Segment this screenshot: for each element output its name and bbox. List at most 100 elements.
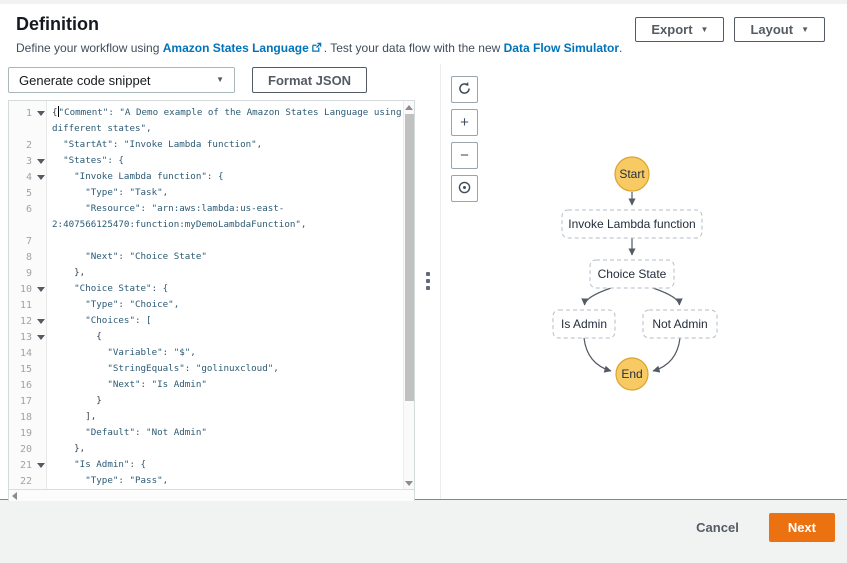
divider-drag-handle[interactable] — [426, 272, 430, 290]
code-line[interactable]: "StartAt": "Invoke Lambda function", — [52, 137, 403, 153]
gutter-row: 21 — [9, 457, 46, 473]
code-token: }, — [52, 443, 85, 454]
code-line[interactable]: "Type": "Choice", — [52, 297, 403, 313]
node-end[interactable]: End — [616, 358, 648, 390]
node-not-admin-label: Not Admin — [652, 317, 707, 331]
fold-caret-icon[interactable] — [37, 463, 45, 468]
gutter-row: 15 — [9, 361, 46, 377]
code-line[interactable]: }, — [52, 265, 403, 281]
gutter-row: 10 — [9, 281, 46, 297]
code-line[interactable]: 2:407566125470:function:myDemoLambdaFunc… — [52, 217, 403, 233]
fold-caret-icon[interactable] — [37, 287, 45, 292]
fold-caret-icon[interactable] — [37, 319, 45, 324]
node-choice-state-label: Choice State — [598, 267, 667, 281]
chevron-down-icon: ▼ — [801, 26, 809, 34]
code-line[interactable]: "Next": "Choice State" — [52, 249, 403, 265]
fold-caret-icon[interactable] — [37, 111, 45, 116]
node-start[interactable]: Start — [615, 157, 649, 191]
code-line[interactable]: "Type": "Task", — [52, 185, 403, 201]
scroll-up-icon[interactable] — [404, 101, 415, 113]
line-number: 2 — [9, 140, 35, 151]
gutter-row: 9 — [9, 265, 46, 281]
code-line[interactable]: "States": { — [52, 153, 403, 169]
data-flow-simulator-link[interactable]: Data Flow Simulator — [504, 41, 619, 55]
center-view-button[interactable] — [451, 175, 478, 202]
fold-caret-icon[interactable] — [37, 159, 45, 164]
gutter-row: 18 — [9, 409, 46, 425]
code-line[interactable]: "Variable": "$", — [52, 345, 403, 361]
external-link-icon[interactable] — [311, 42, 322, 56]
code-line[interactable]: "Type": "Pass", — [52, 473, 403, 489]
code-token: "Variable": "$", — [52, 347, 196, 358]
code-line[interactable]: "StringEquals": "golinuxcloud", — [52, 361, 403, 377]
code-token: { — [52, 331, 102, 342]
gutter-row: 5 — [9, 185, 46, 201]
code-line[interactable]: "Resource": "arn:aws:lambda:us-east- — [52, 201, 403, 217]
format-json-button[interactable]: Format JSON — [252, 67, 367, 93]
fold-caret-icon[interactable] — [37, 335, 45, 340]
node-choice-state[interactable]: Choice State — [590, 260, 674, 288]
gutter-row: 6 — [9, 201, 46, 217]
code-token: "Type": "Choice", — [52, 299, 179, 310]
code-line[interactable]: "Choices": [ — [52, 313, 403, 329]
code-token: "Default": "Not Admin" — [52, 427, 207, 438]
export-button[interactable]: Export▼ — [635, 17, 724, 42]
code-token: "StringEquals": "golinuxcloud", — [52, 363, 279, 374]
fold-caret-icon[interactable] — [37, 175, 45, 180]
gutter-row: 11 — [9, 297, 46, 313]
generate-code-snippet-select[interactable]: Generate code snippet ▼ — [8, 67, 235, 93]
code-line[interactable]: } — [52, 393, 403, 409]
header: Definition Define your workflow using Am… — [0, 4, 847, 64]
code-line[interactable]: "Is Admin": { — [52, 457, 403, 473]
line-number: 6 — [9, 204, 35, 215]
code-line[interactable]: ], — [52, 409, 403, 425]
code-line[interactable]: { — [52, 329, 403, 345]
scroll-left-icon[interactable] — [9, 490, 20, 502]
code-line[interactable]: }, — [52, 441, 403, 457]
editor-gutter: 12345678910111213141516171819202122 — [9, 101, 47, 489]
plus-icon: + — [460, 115, 469, 130]
code-token: different states", — [52, 123, 152, 134]
gutter-row: 22 — [9, 473, 46, 489]
code-line[interactable]: "Next": "Is Admin" — [52, 377, 403, 393]
cancel-button[interactable]: Cancel — [696, 520, 739, 535]
code-token: "Comment": "A Demo example of the Amazon… — [59, 107, 402, 118]
code-line[interactable]: "Choice State": { — [52, 281, 403, 297]
layout-button-label: Layout — [750, 22, 793, 37]
node-invoke-lambda[interactable]: Invoke Lambda function — [562, 210, 702, 238]
code-token: "Type": "Task", — [52, 187, 168, 198]
code-line[interactable]: different states", — [52, 121, 403, 137]
line-number: 16 — [9, 380, 35, 391]
line-number: 9 — [9, 268, 35, 279]
code-line[interactable]: "Default": "Not Admin" — [52, 425, 403, 441]
editor-horizontal-scrollbar[interactable] — [9, 489, 414, 501]
line-number: 3 — [9, 156, 35, 167]
gutter-row — [9, 121, 46, 137]
subtitle-text: Define your workflow using — [16, 41, 163, 55]
editor-code-area[interactable]: { "Comment": "A Demo example of the Amazo… — [47, 101, 403, 489]
node-not-admin[interactable]: Not Admin — [643, 310, 717, 338]
code-editor[interactable]: 12345678910111213141516171819202122 {"Co… — [8, 100, 415, 501]
workflow-canvas[interactable]: +− Start Invo — [440, 64, 847, 499]
code-line[interactable] — [52, 233, 403, 249]
scroll-down-icon[interactable] — [404, 477, 415, 489]
zoom-out-button[interactable]: − — [451, 142, 478, 169]
line-number: 12 — [9, 316, 35, 327]
chevron-down-icon: ▼ — [216, 76, 224, 84]
amazon-states-language-link[interactable]: Amazon States Language — [163, 41, 309, 55]
layout-button[interactable]: Layout ▼ — [734, 17, 825, 42]
node-end-label: End — [621, 367, 642, 381]
node-is-admin[interactable]: Is Admin — [553, 310, 615, 338]
workflow-diagram: Start Invoke Lambda function Choice Stat… — [441, 64, 847, 499]
code-line[interactable]: "Invoke Lambda function": { — [52, 169, 403, 185]
code-line[interactable]: {"Comment": "A Demo example of the Amazo… — [52, 105, 403, 121]
code-token: 2:407566125470:function:myDemoLambdaFunc… — [52, 219, 306, 230]
code-token: "Invoke Lambda function": { — [52, 171, 223, 182]
scrollbar-thumb[interactable] — [405, 114, 414, 401]
gutter-row: 3 — [9, 153, 46, 169]
next-button[interactable]: Next — [769, 513, 835, 542]
zoom-in-button[interactable]: + — [451, 109, 478, 136]
line-number: 22 — [9, 476, 35, 487]
reset-zoom-button[interactable] — [451, 76, 478, 103]
editor-vertical-scrollbar[interactable] — [403, 101, 414, 489]
